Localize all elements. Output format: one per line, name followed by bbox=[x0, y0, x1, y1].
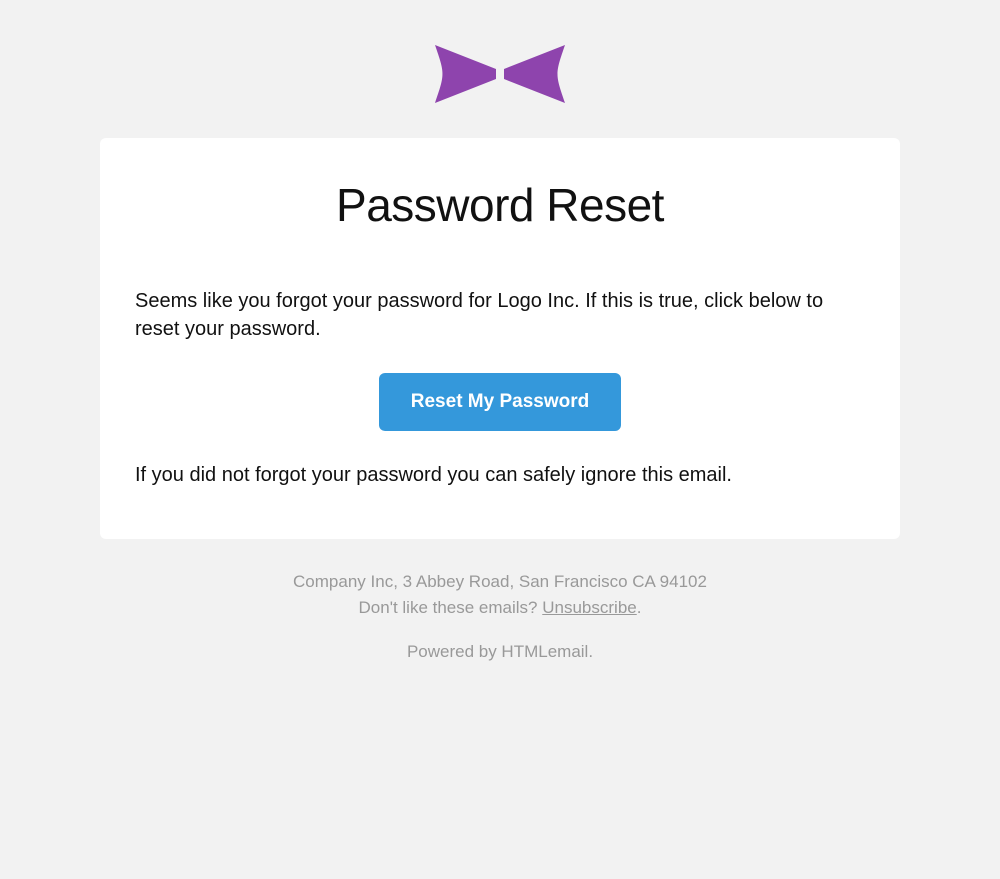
footer-powered-by: Powered by HTMLemail. bbox=[100, 642, 900, 662]
unsubscribe-prompt: Don't like these emails? bbox=[359, 598, 543, 617]
unsubscribe-suffix: . bbox=[637, 598, 642, 617]
logo-wrapper bbox=[0, 40, 1000, 108]
button-wrapper: Reset My Password bbox=[135, 373, 865, 431]
intro-text: Seems like you forgot your password for … bbox=[135, 287, 865, 343]
page-title: Password Reset bbox=[135, 178, 865, 232]
email-container: Password Reset Seems like you forgot you… bbox=[0, 40, 1000, 662]
bowtie-icon bbox=[435, 45, 565, 108]
email-card: Password Reset Seems like you forgot you… bbox=[100, 138, 900, 539]
ignore-text: If you did not forgot your password you … bbox=[135, 461, 865, 489]
reset-password-button[interactable]: Reset My Password bbox=[379, 373, 621, 431]
unsubscribe-link[interactable]: Unsubscribe bbox=[542, 598, 637, 617]
footer-address: Company Inc, 3 Abbey Road, San Francisco… bbox=[100, 569, 900, 595]
email-footer: Company Inc, 3 Abbey Road, San Francisco… bbox=[0, 569, 1000, 662]
footer-unsubscribe-line: Don't like these emails? Unsubscribe. bbox=[100, 595, 900, 621]
